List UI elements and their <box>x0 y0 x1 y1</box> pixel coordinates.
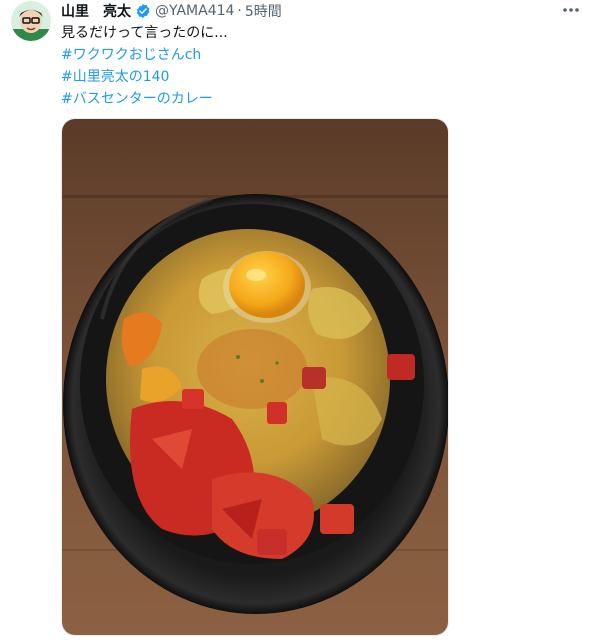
tweet-body: 見るだけって言ったのに... #ワクワクおじさんch #山里亮太の140 #バス… <box>61 22 228 110</box>
avatar-caricature-icon <box>11 1 51 41</box>
more-options-button[interactable] <box>558 0 584 20</box>
author-avatar[interactable] <box>11 1 51 41</box>
verified-badge-icon <box>135 3 151 19</box>
author-handle[interactable]: @YAMA414 <box>155 3 234 19</box>
tweet-timestamp[interactable]: 5時間 <box>245 1 282 21</box>
header-separator: · <box>237 3 242 19</box>
more-horizontal-icon <box>563 8 579 12</box>
tweet-text: 見るだけって言ったのに... <box>61 25 228 41</box>
hashtag-link[interactable]: #バスセンターのカレー <box>61 88 228 110</box>
tweet-header: 山里 亮太 @YAMA414 · 5時間 <box>61 1 594 21</box>
tweet-photo[interactable] <box>61 118 449 636</box>
curry-bowl-photo <box>62 119 448 635</box>
hashtag-link[interactable]: #ワクワクおじさんch <box>61 44 228 66</box>
hashtag-link[interactable]: #山里亮太の140 <box>61 66 228 88</box>
author-display-name[interactable]: 山里 亮太 <box>61 1 131 21</box>
